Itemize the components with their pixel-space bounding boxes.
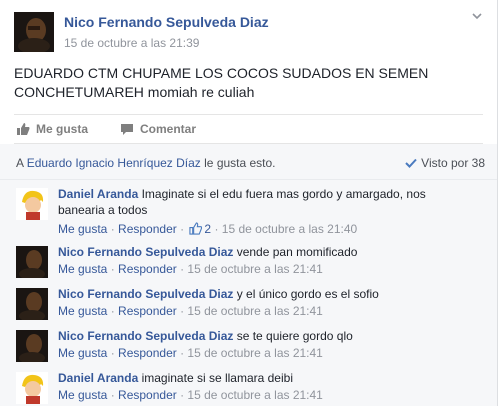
comment-reply-button[interactable]: Responder bbox=[118, 304, 177, 318]
comment-reply-button[interactable]: Responder bbox=[118, 222, 177, 236]
post-author[interactable]: Nico Fernando Sepulveda Diaz bbox=[64, 14, 269, 30]
checkmark-icon bbox=[405, 158, 417, 168]
seen-by-label: Visto por 38 bbox=[421, 156, 485, 170]
comment-author[interactable]: Daniel Aranda bbox=[58, 187, 138, 201]
comment-timestamp[interactable]: 15 de octubre a las 21:41 bbox=[187, 346, 322, 360]
thumbs-up-icon bbox=[17, 123, 30, 135]
commenter-avatar[interactable] bbox=[16, 246, 48, 278]
comment-timestamp[interactable]: 15 de octubre a las 21:41 bbox=[187, 388, 322, 402]
avatar-photo-icon bbox=[14, 12, 54, 52]
comment-like-button[interactable]: Me gusta bbox=[58, 222, 107, 236]
comment-timestamp[interactable]: 15 de octubre a las 21:40 bbox=[222, 222, 357, 236]
comment-body: Nico Fernando Sepulveda Diaz se te quier… bbox=[58, 328, 468, 344]
like-button[interactable]: Me gusta bbox=[16, 122, 88, 136]
post-actions: Me gusta Comentar bbox=[14, 114, 483, 144]
comment-meta: Me gusta · Responder · 15 de octubre a l… bbox=[58, 388, 323, 402]
comment-button-label: Comentar bbox=[140, 122, 197, 136]
commenter-avatar[interactable] bbox=[16, 330, 48, 362]
commenter-avatar[interactable] bbox=[16, 288, 48, 320]
comment-author[interactable]: Daniel Aranda bbox=[58, 371, 138, 385]
avatar-photo-icon bbox=[16, 288, 48, 320]
comment-like-count[interactable]: 2 bbox=[204, 222, 211, 236]
post-summary: A Eduardo Ignacio Henríquez Díaz le gust… bbox=[0, 144, 497, 180]
comment-reply-button[interactable]: Responder bbox=[118, 262, 177, 276]
likes-summary: A Eduardo Ignacio Henríquez Díaz le gust… bbox=[16, 156, 276, 170]
comment-author[interactable]: Nico Fernando Sepulveda Diaz bbox=[58, 329, 233, 343]
comment-author[interactable]: Nico Fernando Sepulveda Diaz bbox=[58, 287, 233, 301]
comment-text: imaginate si se llamara deibi bbox=[138, 371, 293, 385]
comment-body: Nico Fernando Sepulveda Diaz y el único … bbox=[58, 286, 468, 302]
avatar-cartoon-icon bbox=[16, 188, 48, 220]
comment-body: Daniel Aranda imaginate si se llamara de… bbox=[58, 370, 468, 386]
commenter-avatar[interactable] bbox=[16, 372, 48, 404]
liker-link[interactable]: Eduardo Ignacio Henríquez Díaz bbox=[27, 156, 201, 170]
comment-timestamp[interactable]: 15 de octubre a las 21:41 bbox=[187, 304, 322, 318]
post-text: EDUARDO CTM CHUPAME LOS COCOS SUDADOS EN… bbox=[14, 65, 429, 100]
comment-meta: Me gusta · Responder · 15 de octubre a l… bbox=[58, 304, 323, 318]
likes-suffix: le gusta esto. bbox=[204, 156, 276, 170]
author-avatar[interactable] bbox=[14, 12, 54, 52]
comment-reply-button[interactable]: Responder bbox=[118, 346, 177, 360]
post-card: Nico Fernando Sepulveda Diaz 15 de octub… bbox=[0, 0, 498, 406]
comment-reply-button[interactable]: Responder bbox=[118, 388, 177, 402]
comment-like-button[interactable]: Me gusta bbox=[58, 262, 107, 276]
chevron-down-icon[interactable] bbox=[471, 10, 483, 22]
comment-text: y el único gordo es el sofio bbox=[233, 287, 379, 301]
comment-timestamp[interactable]: 15 de octubre a las 21:41 bbox=[187, 262, 322, 276]
thumbs-up-icon bbox=[189, 222, 203, 235]
post-timestamp[interactable]: 15 de octubre a las 21:39 bbox=[64, 36, 199, 50]
like-button-label: Me gusta bbox=[36, 122, 89, 136]
comment-meta: Me gusta · Responder · 2 · 15 de octubre… bbox=[58, 222, 358, 236]
comment-text: vende pan momificado bbox=[233, 245, 358, 259]
avatar-photo-icon bbox=[16, 330, 48, 362]
comment-list: Daniel Aranda Imaginate si el edu fuera … bbox=[0, 180, 497, 406]
comment-like-button[interactable]: Me gusta bbox=[58, 388, 107, 402]
comment-body: Daniel Aranda Imaginate si el edu fuera … bbox=[58, 186, 468, 218]
comment-author[interactable]: Nico Fernando Sepulveda Diaz bbox=[58, 245, 233, 259]
avatar-photo-icon bbox=[16, 246, 48, 278]
comment-like-button[interactable]: Me gusta bbox=[58, 304, 107, 318]
comment-text: se te quiere gordo qlo bbox=[233, 329, 353, 343]
avatar-cartoon-icon bbox=[16, 372, 48, 404]
seen-by[interactable]: Visto por 38 bbox=[405, 156, 485, 170]
comment-button[interactable]: Comentar bbox=[120, 122, 196, 136]
likes-prefix: A bbox=[16, 156, 24, 170]
comment-bubble-icon bbox=[121, 124, 133, 135]
comment-like-button[interactable]: Me gusta bbox=[58, 346, 107, 360]
comment-meta: Me gusta · Responder · 15 de octubre a l… bbox=[58, 346, 323, 360]
comment-body: Nico Fernando Sepulveda Diaz vende pan m… bbox=[58, 244, 468, 260]
comment-meta: Me gusta · Responder · 15 de octubre a l… bbox=[58, 262, 323, 276]
commenter-avatar[interactable] bbox=[16, 188, 48, 220]
